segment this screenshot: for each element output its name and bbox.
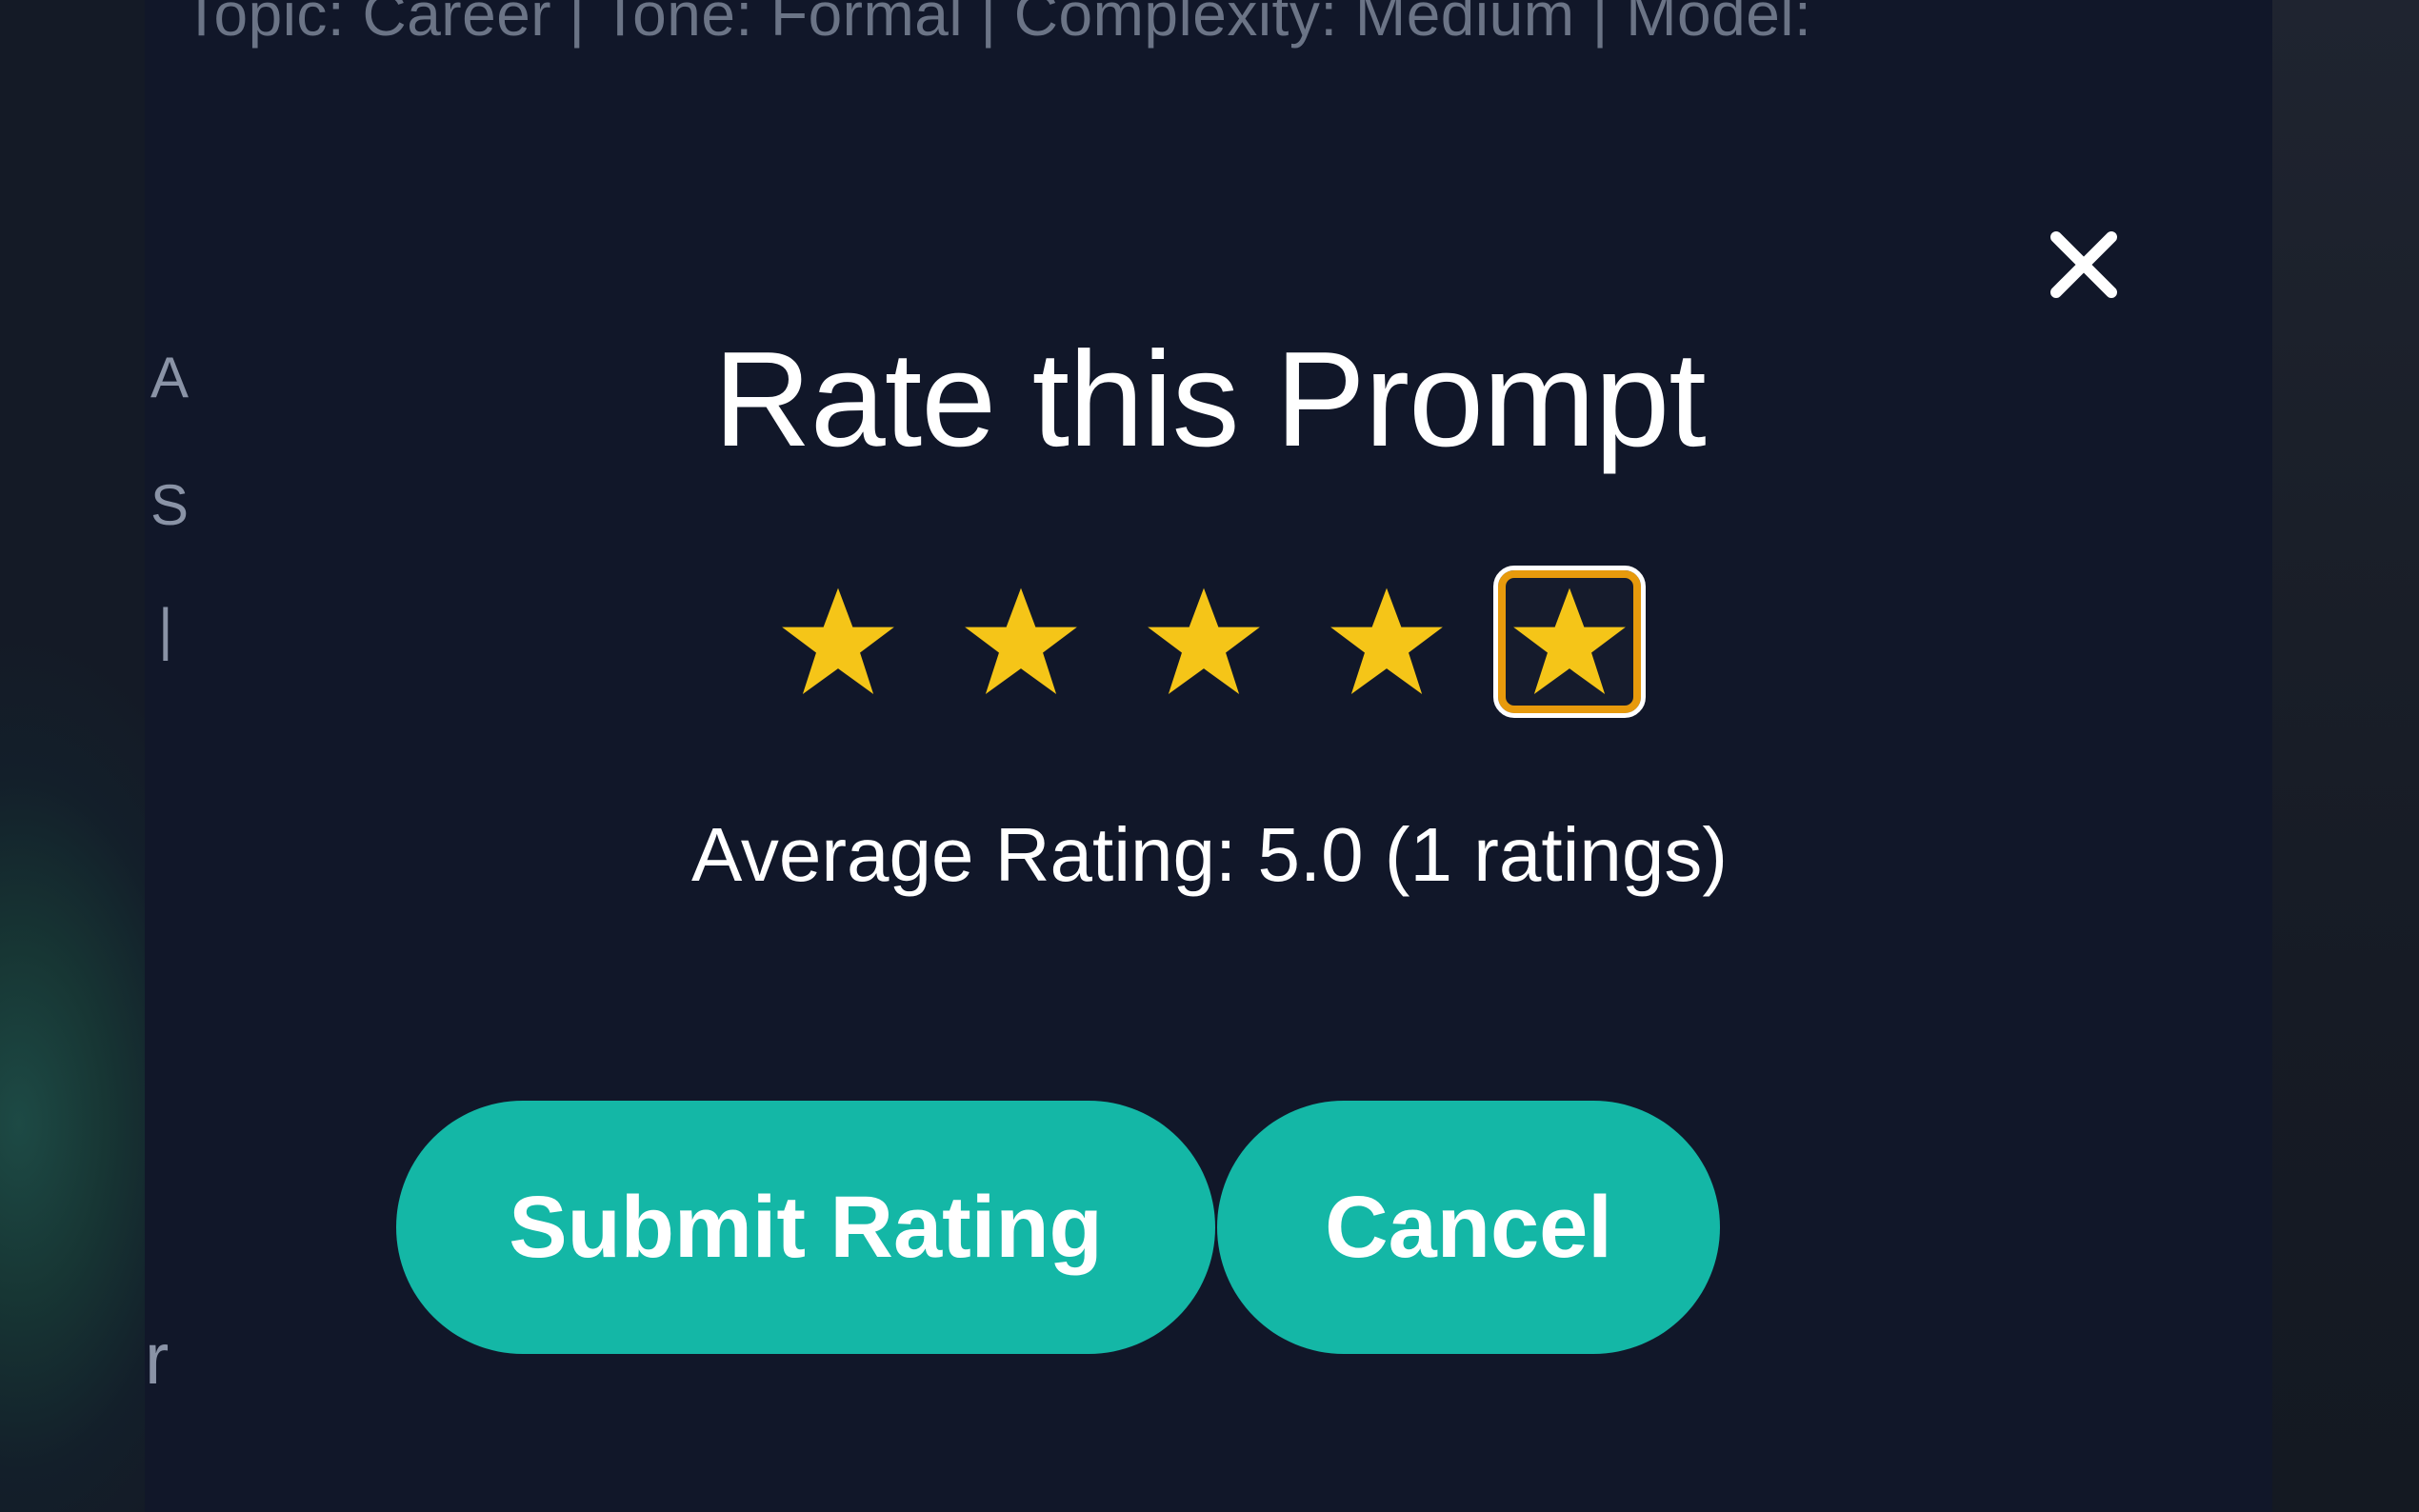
star-2-button[interactable]: [945, 566, 1097, 718]
modal-title: Rate this Prompt: [713, 324, 1707, 475]
star-rating: [762, 560, 1646, 724]
star-icon: [782, 587, 894, 695]
cancel-button[interactable]: Cancel: [1217, 1101, 1720, 1354]
star-1-button[interactable]: [762, 566, 914, 718]
star-icon: [1513, 587, 1626, 695]
close-icon: [2050, 231, 2117, 298]
star-5-button[interactable]: [1493, 566, 1646, 718]
underlying-text-fragment: r: [145, 1319, 170, 1400]
average-rating-text: Average Rating: 5.0 (1 ratings): [690, 812, 1728, 897]
star-3-button[interactable]: [1128, 566, 1280, 718]
background-right: [2272, 0, 2419, 1512]
underlying-text-fragment: S: [150, 473, 190, 537]
screen: Topic: Career | Tone: Formal | Complexit…: [0, 0, 2419, 1512]
star-4-button[interactable]: [1310, 566, 1463, 718]
underlying-text-fragment: |: [158, 597, 173, 661]
prompt-meta-line: Topic: Career | Tone: Formal | Complexit…: [183, 0, 1812, 49]
close-button[interactable]: [2040, 221, 2128, 308]
submit-rating-button[interactable]: Submit Rating: [396, 1101, 1215, 1354]
star-icon: [1148, 587, 1260, 695]
background-left-glow: [0, 0, 145, 1512]
star-icon: [965, 587, 1077, 695]
star-icon: [1330, 587, 1443, 695]
